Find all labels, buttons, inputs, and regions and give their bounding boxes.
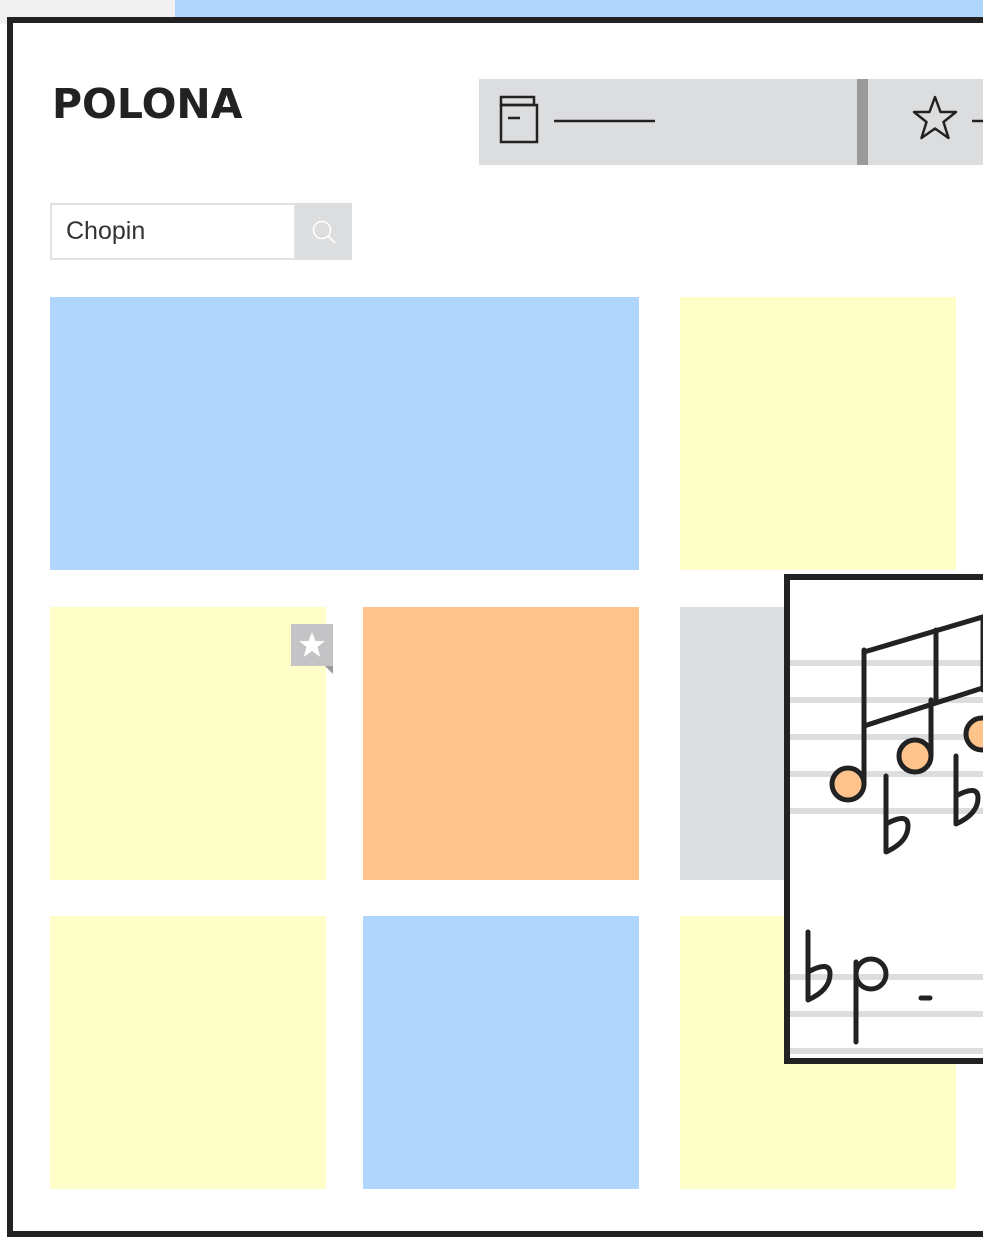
star-outline-icon[interactable] [910, 95, 983, 147]
sheet-music-preview[interactable] [784, 574, 983, 1064]
favorite-badge-fold [325, 666, 333, 674]
result-tile-4[interactable] [363, 607, 639, 880]
search-input-value: Chopin [66, 217, 146, 245]
search-button[interactable] [296, 203, 352, 260]
result-tile-3[interactable] [50, 607, 326, 880]
favorite-badge[interactable] [291, 624, 333, 666]
result-tile-2[interactable] [680, 297, 956, 570]
search-input[interactable]: Chopin [50, 203, 296, 260]
archive-box-icon[interactable] [498, 95, 658, 147]
polona-logo[interactable]: POLONA [52, 78, 242, 130]
result-tile-6[interactable] [50, 916, 326, 1189]
sheet-music-icon [790, 614, 983, 1054]
result-tile-7[interactable] [363, 916, 639, 1189]
search-icon [312, 220, 336, 244]
result-tile-1[interactable] [50, 297, 639, 570]
star-filled-icon [299, 632, 325, 657]
toolbar-divider [857, 79, 868, 165]
